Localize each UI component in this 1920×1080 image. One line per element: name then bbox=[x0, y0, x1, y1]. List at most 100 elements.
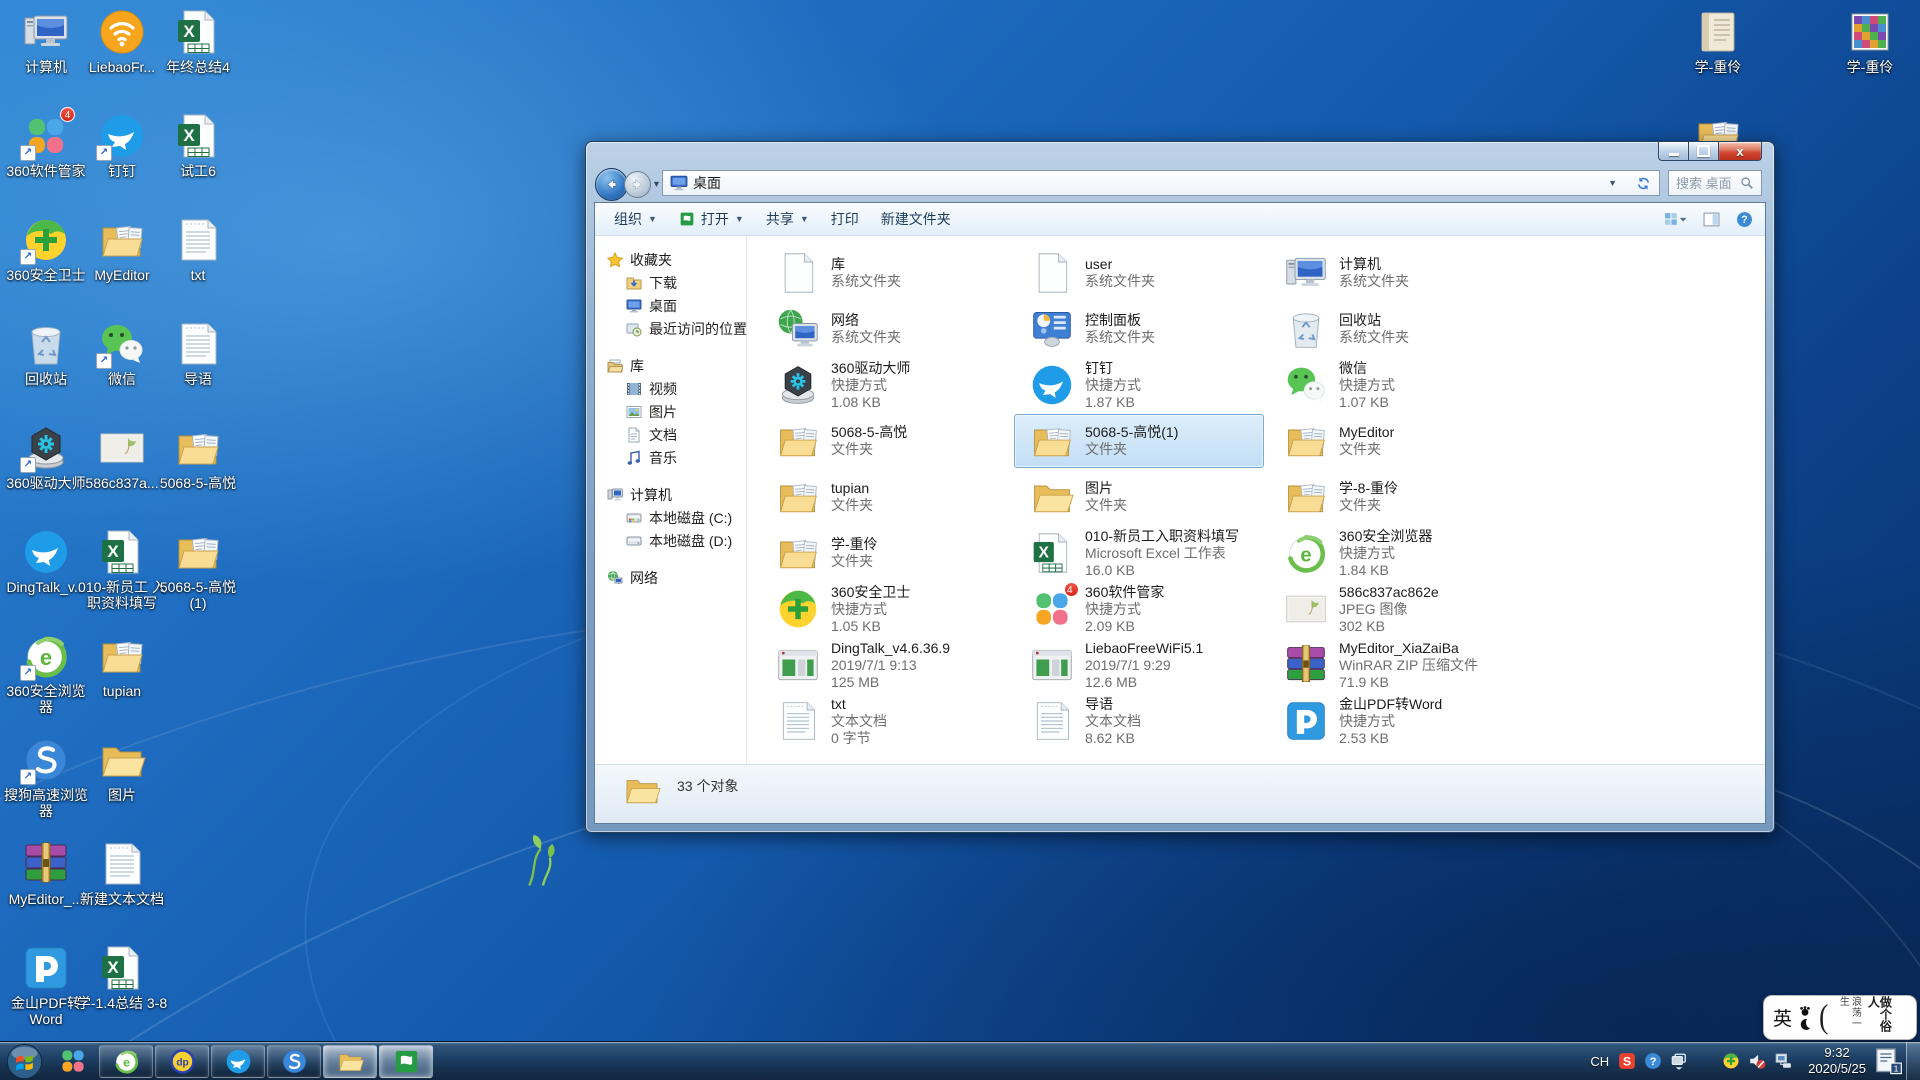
desktop-icon-导语[interactable]: 导语 bbox=[160, 320, 236, 387]
ime-language-bar[interactable]: 英 ( 浪荡一生 做个俗人 bbox=[1763, 995, 1917, 1040]
desktop-icon-学-重伶[interactable]: 学-重伶 bbox=[1832, 8, 1908, 75]
history-dropdown[interactable]: ▼ bbox=[652, 179, 661, 189]
close-button[interactable]: x bbox=[1719, 142, 1762, 161]
desktop-icon-360软件管家[interactable]: ↗4360软件管家 bbox=[8, 112, 84, 179]
toolbar-button-共享[interactable]: 共享▼ bbox=[755, 207, 820, 232]
file-tile-LiebaoFreeWiFi5.1[interactable]: LiebaoFreeWiFi5.12019/7/1 9:2912.6 MB bbox=[1014, 638, 1264, 692]
start-button[interactable] bbox=[6, 1043, 43, 1080]
desktop-icon-回收站[interactable]: 回收站 bbox=[8, 320, 84, 387]
file-tile-学-重伶[interactable]: 学-重伶文件夹 bbox=[760, 526, 1010, 580]
file-tile-计算机[interactable]: 计算机系统文件夹 bbox=[1268, 246, 1518, 300]
file-tile-5068-5-高悦(1)[interactable]: 5068-5-高悦(1)文件夹 bbox=[1014, 414, 1264, 468]
tray-360-safe[interactable] bbox=[1722, 1052, 1740, 1070]
desktop-icon-txt[interactable]: txt bbox=[160, 216, 236, 283]
file-tile-360软件管家[interactable]: 4360软件管家快捷方式2.09 KB bbox=[1014, 582, 1264, 636]
notification-doc-icon[interactable]: 1 bbox=[1874, 1047, 1902, 1075]
tray-sogou-ime[interactable]: S bbox=[1618, 1052, 1636, 1070]
taskbar-app-dingtalk[interactable] bbox=[211, 1045, 265, 1078]
desktop-icon-010-新员工 入职资料填写[interactable]: X010-新员工 入职资料填写 bbox=[84, 528, 160, 611]
file-tile-库[interactable]: 库系统文件夹 bbox=[760, 246, 1010, 300]
file-tile-MyEditor[interactable]: MyEditor文件夹 bbox=[1268, 414, 1518, 468]
file-tile-控制面板[interactable]: 控制面板系统文件夹 bbox=[1014, 302, 1264, 356]
file-tile-360驱动大师[interactable]: 360驱动大师快捷方式1.08 KB bbox=[760, 358, 1010, 412]
file-tile-学-8-重伶[interactable]: 学-8-重伶文件夹 bbox=[1268, 470, 1518, 524]
file-tile-586c837ac862e[interactable]: 586c837ac862eJPEG 图像302 KB bbox=[1268, 582, 1518, 636]
toolbar-button-新建文件夹[interactable]: 新建文件夹 bbox=[870, 207, 962, 232]
file-tile-钉钉[interactable]: 钉钉快捷方式1.87 KB bbox=[1014, 358, 1264, 412]
search-input[interactable] bbox=[1674, 175, 1740, 192]
desktop-icon-360安全卫士[interactable]: ↗360安全卫士 bbox=[8, 216, 84, 283]
ime-glyphs[interactable] bbox=[1799, 1005, 1811, 1030]
file-tile-360安全卫士[interactable]: 360安全卫士快捷方式1.05 KB bbox=[760, 582, 1010, 636]
file-tile-金山PDF转Word[interactable]: 金山PDF转Word快捷方式2.53 KB bbox=[1268, 694, 1518, 748]
refresh-button[interactable] bbox=[1627, 170, 1660, 196]
desktop-icon-图片[interactable]: 图片 bbox=[84, 736, 160, 803]
sidebar-item-本地磁盘 (C:)[interactable]: 本地磁盘 (C:) bbox=[595, 506, 746, 529]
desktop-icon-DingTalk_v...[interactable]: DingTalk_v... bbox=[8, 528, 84, 595]
sidebar-group-header-计算机[interactable]: 计算机 bbox=[595, 483, 746, 506]
tray-hidden-icons[interactable] bbox=[1670, 1052, 1688, 1070]
file-tile-回收站[interactable]: 回收站系统文件夹 bbox=[1268, 302, 1518, 356]
toolbar-button-打印[interactable]: 打印 bbox=[820, 207, 870, 232]
file-tile-MyEditor_XiaZaiBa[interactable]: MyEditor_XiaZaiBaWinRAR ZIP 压缩文件71.9 KB bbox=[1268, 638, 1518, 692]
taskbar-quick-360-software-manager[interactable] bbox=[58, 1046, 88, 1076]
file-tile-微信[interactable]: 微信快捷方式1.07 KB bbox=[1268, 358, 1518, 412]
sidebar-item-桌面[interactable]: 桌面 bbox=[595, 294, 746, 317]
sidebar-group-header-库[interactable]: 库 bbox=[595, 354, 746, 377]
toolbar-button-打开[interactable]: 打开▼ bbox=[668, 207, 755, 232]
sidebar-group-header-网络[interactable]: 网络 bbox=[595, 566, 746, 589]
desktop-icon-586c837a...[interactable]: 586c837a... bbox=[84, 424, 160, 491]
file-tile-010-新员工入职资料填写[interactable]: X010-新员工入职资料填写Microsoft Excel 工作表16.0 KB bbox=[1014, 526, 1264, 580]
desktop-icon-360驱动大师[interactable]: ↗360驱动大师 bbox=[8, 424, 84, 491]
desktop-icon-钉钉[interactable]: ↗钉钉 bbox=[84, 112, 160, 179]
file-tile-tupian[interactable]: tupian文件夹 bbox=[760, 470, 1010, 524]
sidebar-group-header-收藏夹[interactable]: 收藏夹 bbox=[595, 248, 746, 271]
desktop-icon-搜狗高速浏览 器[interactable]: ↗搜狗高速浏览 器 bbox=[8, 736, 84, 819]
desktop-icon-学-1.4总结 3-8[interactable]: X学-1.4总结 3-8 bbox=[84, 944, 160, 1011]
file-tile-DingTalk_v4.6.36.9[interactable]: DingTalk_v4.6.36.92019/7/1 9:13125 MB bbox=[760, 638, 1010, 692]
sidebar-item-视频[interactable]: 视频 bbox=[595, 377, 746, 400]
file-tile-5068-5-高悦[interactable]: 5068-5-高悦文件夹 bbox=[760, 414, 1010, 468]
taskbar-clock[interactable]: 9:32 2020/5/25 bbox=[1808, 1045, 1866, 1077]
tray-help[interactable]: ? bbox=[1644, 1052, 1662, 1070]
forward-button[interactable] bbox=[624, 171, 651, 198]
toolbar-views-button[interactable] bbox=[1664, 210, 1687, 228]
desktop-icon-年终总结4[interactable]: X年终总结4 bbox=[160, 8, 236, 75]
tray-volume-muted[interactable] bbox=[1748, 1052, 1766, 1070]
desktop-icon-5068-5-高悦[interactable]: 5068-5-高悦 bbox=[160, 424, 236, 491]
ime-mode[interactable]: 英 bbox=[1773, 1004, 1792, 1031]
toolbar-button-组织[interactable]: 组织▼ bbox=[603, 207, 668, 232]
desktop-icon-5068-5-高悦 (1)[interactable]: 5068-5-高悦 (1) bbox=[160, 528, 236, 611]
file-tile-txt[interactable]: txt文本文档0 字节 bbox=[760, 694, 1010, 748]
toolbar-help-button[interactable]: ? bbox=[1736, 210, 1753, 228]
desktop-icon-试工6[interactable]: X试工6 bbox=[160, 112, 236, 179]
taskbar-app-explorer[interactable] bbox=[323, 1045, 377, 1078]
desktop-icon-360安全浏览 器[interactable]: e↗360安全浏览 器 bbox=[8, 632, 84, 715]
desktop-icon-MyEditor_...[interactable]: MyEditor_... bbox=[8, 840, 84, 907]
file-tile-导语[interactable]: 导语文本文档8.62 KB bbox=[1014, 694, 1264, 748]
taskbar-app-360-browser[interactable]: e bbox=[99, 1045, 153, 1078]
tray-network[interactable] bbox=[1774, 1052, 1792, 1070]
file-tile-360安全浏览器[interactable]: e360安全浏览器快捷方式1.84 KB bbox=[1268, 526, 1518, 580]
taskbar-app-wps[interactable] bbox=[379, 1045, 433, 1078]
desktop-icon-学-重伶[interactable]: 学-重伶 bbox=[1680, 8, 1756, 75]
desktop-icon-计算机[interactable]: 计算机 bbox=[8, 8, 84, 75]
file-tile-图片[interactable]: 图片文件夹 bbox=[1014, 470, 1264, 524]
language-indicator[interactable]: CH bbox=[1590, 1054, 1609, 1069]
sidebar-item-本地磁盘 (D:)[interactable]: 本地磁盘 (D:) bbox=[595, 529, 746, 552]
search-box[interactable] bbox=[1668, 170, 1762, 196]
address-bar[interactable]: 桌面 ▼ bbox=[662, 170, 1628, 196]
address-dropdown-icon[interactable]: ▼ bbox=[1602, 178, 1623, 188]
desktop-icon-LiebaoFr...[interactable]: LiebaoFr... bbox=[84, 8, 160, 75]
desktop-icon-MyEditor[interactable]: MyEditor bbox=[84, 216, 160, 283]
sidebar-item-最近访问的位置[interactable]: 最近访问的位置 bbox=[595, 317, 746, 340]
file-tile-网络[interactable]: 网络系统文件夹 bbox=[760, 302, 1010, 356]
toolbar-preview-pane-button[interactable] bbox=[1703, 210, 1720, 228]
maximize-button[interactable] bbox=[1688, 142, 1719, 161]
file-tile-user[interactable]: user系统文件夹 bbox=[1014, 246, 1264, 300]
show-desktop-button[interactable] bbox=[1906, 1042, 1920, 1080]
desktop-icon-金山PDF转 Word[interactable]: 金山PDF转 Word bbox=[8, 944, 84, 1027]
sidebar-item-文档[interactable]: 文档 bbox=[595, 423, 746, 446]
minimize-button[interactable] bbox=[1658, 142, 1688, 161]
taskbar-app-sogou-browser[interactable] bbox=[267, 1045, 321, 1078]
